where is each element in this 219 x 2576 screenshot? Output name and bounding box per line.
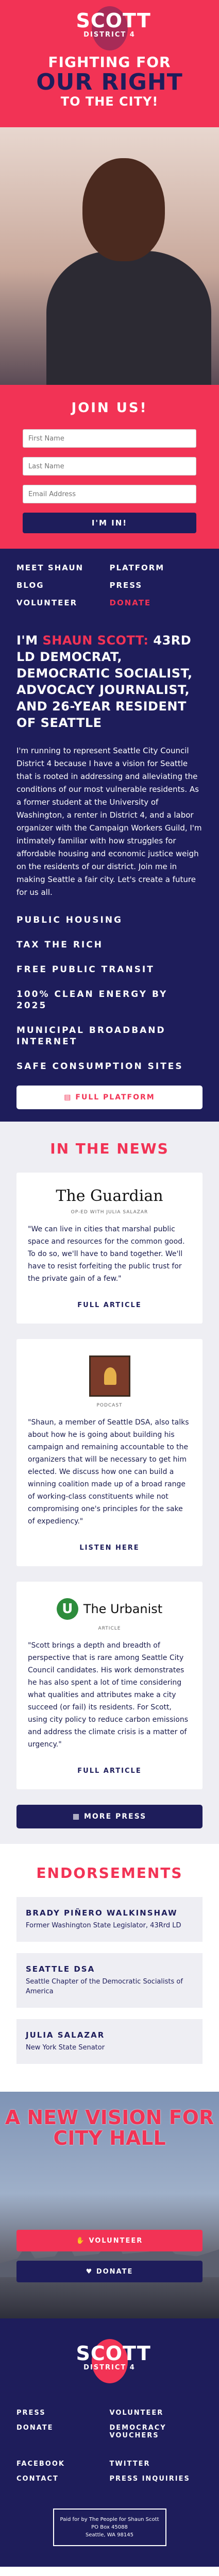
full-platform-label: FULL PLATFORM [75, 1093, 155, 1101]
menu-meet-shaun[interactable]: MEET SHAUN [16, 563, 110, 572]
menu-platform[interactable]: PLATFORM [110, 563, 203, 572]
paid-for-line: Paid for by The People for Shaun Scott [60, 2517, 159, 2522]
endorsement-item: BRADY PIÑERO WALKINSHAW Former Washingto… [16, 1897, 203, 1942]
donate-label: DONATE [96, 2267, 133, 2276]
platform-item: FREE PUBLIC TRANSIT [16, 964, 155, 975]
logo-name: SCOTT [76, 9, 151, 32]
menu-volunteer[interactable]: VOLUNTEER [16, 598, 110, 607]
endorser-name: SEATTLE DSA [26, 1964, 95, 1974]
news-card-quote: "We can live in cities that marshal publ… [28, 1225, 185, 1283]
news-card: The Guardian OP-ED WITH JULIA SALAZAR "W… [16, 1173, 203, 1324]
news-title: IN THE NEWS [50, 1140, 169, 1157]
po-box-line: PO Box 45088 [91, 2524, 128, 2530]
scott-logo[interactable]: SCOTT DISTRICT 4 [76, 6, 151, 50]
footer-link-volunteer[interactable]: VOLUNTEER [110, 2409, 203, 2417]
endorser-role: Former Washington State Legislator, 43Rr… [26, 1922, 181, 1929]
city-line: Seattle, WA 98145 [86, 2532, 133, 2538]
logo-name: SCOTT [76, 2342, 151, 2365]
endorsements-title: ENDORSEMENTS [36, 1865, 183, 1882]
bio-paragraph: I'm running to represent Seattle City Co… [16, 746, 202, 897]
heart-icon: ♥ [86, 2267, 96, 2276]
news-card-link[interactable]: LISTEN HERE [79, 1544, 139, 1552]
donate-button[interactable]: ♥ DONATE [16, 2261, 203, 2282]
vision-title: A NEW VISION FOR CITY HALL [5, 2106, 214, 2149]
join-title: JOIN US! [71, 400, 148, 416]
hero-line-3: TO THE CITY! [60, 94, 159, 109]
photo-head [82, 158, 165, 261]
news-card: PODCAST "Shaun, a member of Seattle DSA,… [16, 1339, 203, 1566]
news-card: U The Urbanist ARTICLE "Scott brings a d… [16, 1582, 203, 1789]
footer-logo[interactable]: SCOTT DISTRICT 4 [76, 2339, 151, 2383]
footer: SCOTT DISTRICT 4 PRESS VOLUNTEER DONATE … [0, 2318, 219, 2567]
volunteer-button[interactable]: ✋ VOLUNTEER [16, 2230, 203, 2251]
join-form: JOIN US! I'M IN! [0, 385, 219, 549]
footer-link-democracy-vouchers[interactable]: DEMOCRACY VOUCHERS [110, 2424, 203, 2439]
footer-links-primary: PRESS VOLUNTEER DONATE DEMOCRACY VOUCHER… [16, 2409, 203, 2439]
paid-for-disclaimer: Paid for by The People for Shaun Scott P… [53, 2509, 166, 2546]
platform-item: PUBLIC HOUSING [16, 915, 123, 925]
document-icon: ▤ [64, 1093, 76, 1101]
endorsements-section: ENDORSEMENTS BRADY PIÑERO WALKINSHAW For… [0, 1844, 219, 2092]
platform-item: SAFE CONSUMPTION SITES [16, 1061, 183, 1072]
platform-item: TAX THE RICH [16, 940, 103, 950]
endorser-role: New York State Senator [26, 2044, 105, 2052]
news-card-meta: ARTICLE [98, 1626, 121, 1631]
more-press-button[interactable]: ▦ MORE PRESS [16, 1805, 203, 1828]
main-menu: MEET SHAUN PLATFORM BLOG PRESS VOLUNTEER… [0, 549, 219, 617]
newspaper-icon: ▦ [72, 1812, 84, 1821]
logo-district: DISTRICT 4 [83, 2364, 136, 2371]
news-card-link[interactable]: FULL ARTICLE [77, 1301, 141, 1309]
bio-heading-name: SHAUN SCOTT: [42, 633, 149, 648]
footer-link-twitter[interactable]: TWITTER [110, 2460, 203, 2468]
last-name-field[interactable] [23, 457, 196, 476]
endorser-name: BRADY PIÑERO WALKINSHAW [26, 1908, 178, 1918]
footer-link-donate[interactable]: DONATE [16, 2424, 110, 2439]
join-submit-button[interactable]: I'M IN! [23, 513, 196, 533]
guardian-logo: The Guardian [56, 1187, 163, 1205]
candidate-photo [0, 127, 219, 385]
hero-line-2: OUR RIGHT [36, 69, 183, 95]
endorsement-item: JULIA SALAZAR New York State Senator [16, 2019, 203, 2064]
photo-body [46, 251, 211, 385]
endorsement-item: SEATTLE DSA Seattle Chapter of the Democ… [16, 1953, 203, 2008]
news-section: IN THE NEWS The Guardian OP-ED WITH JULI… [0, 1122, 219, 1844]
news-card-quote: "Shaun, a member of Seattle DSA, also ta… [28, 1418, 189, 1526]
urbanist-name: The Urbanist [83, 1602, 163, 1616]
news-card-meta: PODCAST [96, 1403, 123, 1408]
bio-heading-prefix: I'M [16, 633, 43, 648]
urbanist-logo: U The Urbanist [28, 1598, 191, 1620]
menu-press[interactable]: PRESS [110, 581, 203, 590]
hero: SCOTT DISTRICT 4 FIGHTING FOR OUR RIGHT … [0, 0, 219, 549]
bio-heading-rest: 43RD LD DEMOCRAT, DEMOCRATIC SOCIALIST, … [16, 633, 193, 730]
footer-links-secondary: FACEBOOK TWITTER CONTACT PRESS INQUIRIES [16, 2460, 203, 2483]
platform-item: MUNICIPAL BROADBAND INTERNET [16, 1025, 166, 1047]
footer-link-press-inquiries[interactable]: PRESS INQUIRIES [110, 2475, 203, 2483]
endorser-name: JULIA SALAZAR [26, 2030, 105, 2040]
footer-link-facebook[interactable]: FACEBOOK [16, 2460, 110, 2468]
bio-section: MEET SHAUN PLATFORM BLOG PRESS VOLUNTEER… [0, 549, 219, 1122]
news-card-meta: OP-ED WITH JULIA SALAZAR [71, 1210, 148, 1215]
endorser-role: Seattle Chapter of the Democratic Social… [26, 1978, 183, 1995]
first-name-field[interactable] [23, 429, 196, 448]
volunteer-label: VOLUNTEER [89, 2236, 143, 2245]
menu-donate[interactable]: DONATE [110, 598, 203, 607]
email-field[interactable] [23, 485, 196, 503]
full-platform-button[interactable]: ▤ FULL PLATFORM [16, 1086, 203, 1109]
news-card-link[interactable]: FULL ARTICLE [77, 1767, 141, 1775]
footer-link-press[interactable]: PRESS [16, 2409, 110, 2417]
menu-blog[interactable]: BLOG [16, 581, 110, 590]
news-card-quote: "Scott brings a depth and breadth of per… [28, 1641, 188, 1749]
podcast-cover-image [89, 1355, 130, 1397]
platform-item: 100% CLEAN ENERGY BY 2025 [16, 989, 168, 1011]
logo-district: DISTRICT 4 [83, 31, 136, 39]
hands-icon: ✋ [76, 2236, 89, 2245]
footer-link-contact[interactable]: CONTACT [16, 2475, 110, 2483]
bio-heading: I'M SHAUN SCOTT: 43RD LD DEMOCRAT, DEMOC… [16, 632, 203, 731]
vision-banner: A NEW VISION FOR CITY HALL ✋ VOLUNTEER ♥… [0, 2092, 219, 2318]
urbanist-u-icon: U [56, 1598, 78, 1620]
more-press-label: MORE PRESS [83, 1812, 147, 1821]
hero-line-1: FIGHTING FOR [48, 54, 171, 71]
